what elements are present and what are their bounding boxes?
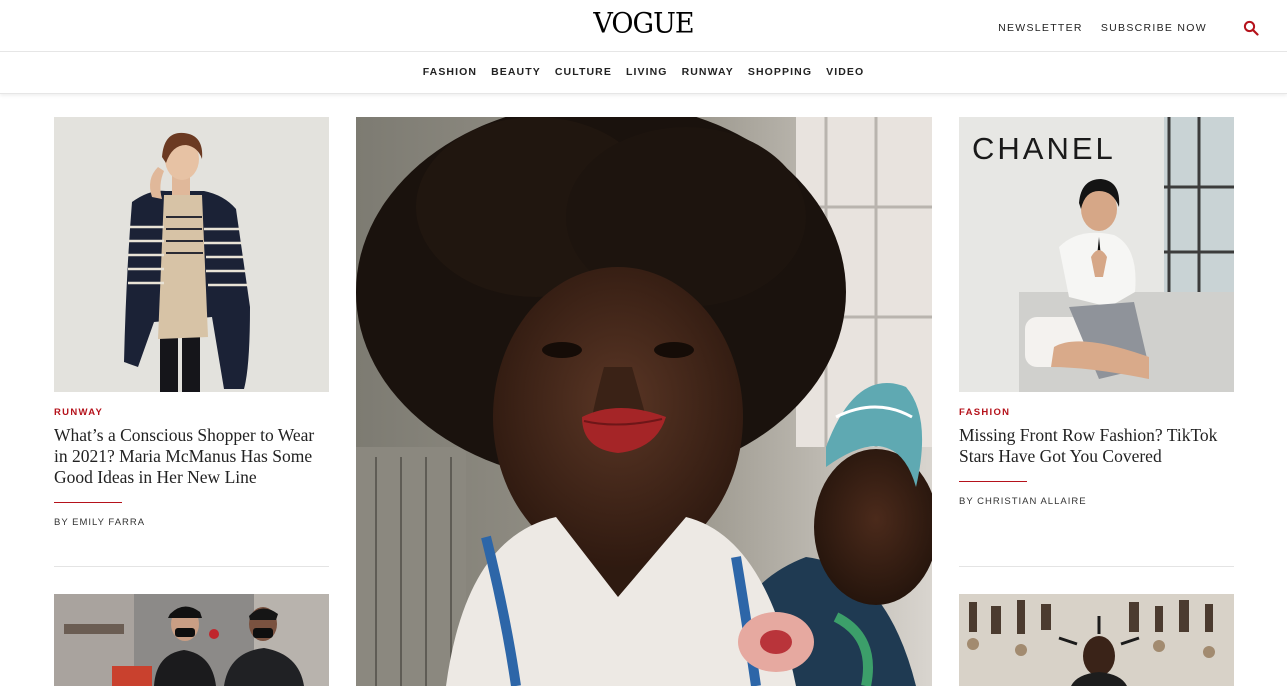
left-card-image[interactable] (54, 117, 329, 392)
nav-item-shopping[interactable]: SHOPPING (748, 66, 812, 78)
nav-item-culture[interactable]: CULTURE (555, 66, 612, 78)
site-header: VOGUE NEWSLETTER SUBSCRIBE NOW (0, 0, 1287, 52)
nav-item-video[interactable]: VIDEO (826, 66, 864, 78)
header-links: NEWSLETTER SUBSCRIBE NOW (980, 20, 1259, 36)
right-lower-card-image[interactable] (959, 594, 1234, 686)
nav-item-living[interactable]: LIVING (626, 66, 668, 78)
nav-item-runway[interactable]: RUNWAY (682, 66, 734, 78)
right-card-chanel-sign: CHANEL (972, 131, 1116, 166)
right-card-rule (959, 481, 1027, 482)
left-lower-card-image[interactable] (54, 594, 329, 686)
right-card-headline[interactable]: Missing Front Row Fashion? TikTok Stars … (959, 425, 1227, 467)
nav-item-fashion[interactable]: FASHION (423, 66, 477, 78)
right-card-category[interactable]: FASHION (959, 407, 1010, 418)
nav-item-beauty[interactable]: BEAUTY (491, 66, 541, 78)
right-card-image[interactable]: CHANEL (959, 117, 1234, 392)
newsletter-link[interactable]: NEWSLETTER (998, 22, 1083, 34)
left-card-headline[interactable]: What’s a Conscious Shopper to Wear in 20… (54, 425, 322, 488)
search-icon[interactable] (1243, 20, 1259, 36)
subscribe-now-link[interactable]: SUBSCRIBE NOW (1101, 22, 1207, 34)
left-card-byline[interactable]: BY EMILY FARRA (54, 517, 145, 528)
left-column-divider (54, 566, 329, 567)
right-column-divider (959, 566, 1234, 567)
hero-image[interactable] (356, 117, 932, 686)
left-card-category[interactable]: RUNWAY (54, 407, 103, 418)
right-card-byline[interactable]: BY CHRISTIAN ALLAIRE (959, 496, 1087, 507)
left-card-rule (54, 502, 122, 503)
main-nav: FASHION BEAUTY CULTURE LIVING RUNWAY SHO… (0, 52, 1287, 94)
